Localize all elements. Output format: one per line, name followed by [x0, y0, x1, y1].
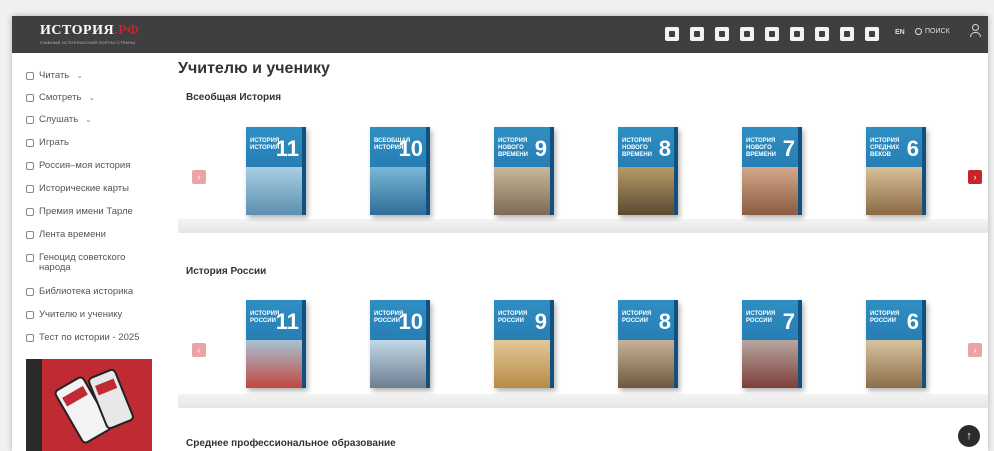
- book-carousel-russian-history: ‹ › ИСТОРИЯ РОССИИ 11 ИСТОРИЯ РОССИИ 10 ИС…: [178, 288, 988, 408]
- logo-subtitle: ГЛАВНЫЙ ИСТОРИЧЕСКИЙ ПОРТАЛ СТРАНЫ: [40, 40, 136, 45]
- video-icon[interactable]: [840, 27, 854, 41]
- chevron-down-icon: ⌄: [85, 115, 92, 124]
- map-icon: [26, 185, 34, 193]
- main-content: Учителю и ученику Всеобщая История ‹ › И…: [164, 53, 988, 451]
- school-icon: [26, 311, 34, 319]
- sidebar-item-historian-library[interactable]: Библиотека историка: [26, 287, 158, 297]
- social-links: [665, 27, 879, 41]
- pencil-icon: [26, 334, 34, 342]
- headphones-icon: [26, 116, 34, 124]
- book-icon: [26, 72, 34, 80]
- section-title: Всеобщая История: [186, 92, 282, 103]
- textbook-card[interactable]: ИСТОРИЯ ИСТОРИЯ 11: [246, 127, 306, 215]
- youtube-icon[interactable]: [740, 27, 754, 41]
- carousel-prev-button[interactable]: ‹: [192, 170, 206, 184]
- carousel-next-button[interactable]: ›: [968, 343, 982, 357]
- sidebar-item-teacher-student[interactable]: Учителю и ученику: [26, 310, 158, 320]
- textbook-card[interactable]: ИСТОРИЯ РОССИИ 7: [742, 300, 802, 388]
- textbook-card[interactable]: ИСТОРИЯ НОВОГО ВРЕМЕНИ 8: [618, 127, 678, 215]
- site-header: ИСТОРИЯ.РФ ГЛАВНЫЙ ИСТОРИЧЕСКИЙ ПОРТАЛ С…: [12, 16, 988, 53]
- book-carousel-world-history: ‹ › ИСТОРИЯ ИСТОРИЯ 11 ВСЕОБЩАЯ ИСТОРИЯ 10…: [178, 113, 988, 233]
- textbook-card[interactable]: ИСТОРИЯ РОССИИ 9: [494, 300, 554, 388]
- sidebar-item-timeline[interactable]: Лента времени: [26, 230, 158, 240]
- flag-icon: [26, 162, 34, 170]
- textbook-card[interactable]: ВСЕОБЩАЯ ИСТОРИЯ 10: [370, 127, 430, 215]
- textbook-card[interactable]: ИСТОРИЯ РОССИИ 10: [370, 300, 430, 388]
- textbook-card[interactable]: ИСТОРИЯ СРЕДНИХ ВЕКОВ 6: [866, 127, 926, 215]
- sidebar-item-tarle-prize[interactable]: Премия имени Тарле: [26, 207, 158, 217]
- chevron-down-icon: ⌄: [76, 71, 83, 80]
- music-icon[interactable]: [815, 27, 829, 41]
- browser-frame: ИСТОРИЯ.РФ ГЛАВНЫЙ ИСТОРИЧЕСКИЙ ПОРТАЛ С…: [12, 16, 988, 451]
- textbook-card[interactable]: ИСТОРИЯ РОССИИ 11: [246, 300, 306, 388]
- sidebar-item-russia-my-history[interactable]: Россия–моя история: [26, 161, 158, 171]
- scroll-to-top-button[interactable]: ↑: [958, 425, 980, 447]
- textbook-card[interactable]: ИСТОРИЯ НОВОГО ВРЕМЕНИ 9: [494, 127, 554, 215]
- sidebar: Читать ⌄ Смотреть ⌄ Слушать ⌄ Играть Россия…: [12, 53, 164, 451]
- textbook-card[interactable]: ИСТОРИЯ НОВОГО ВРЕМЕНИ 7: [742, 127, 802, 215]
- video-icon: [26, 94, 34, 102]
- site-logo[interactable]: ИСТОРИЯ.РФ ГЛАВНЫЙ ИСТОРИЧЕСКИЙ ПОРТАЛ С…: [40, 23, 139, 45]
- sidebar-item-read[interactable]: Читать ⌄: [26, 71, 158, 81]
- clock-icon: [26, 231, 34, 239]
- mail-icon[interactable]: [865, 27, 879, 41]
- carousel-next-button[interactable]: ›: [968, 170, 982, 184]
- user-icon[interactable]: [970, 24, 982, 42]
- shelf: [178, 394, 988, 408]
- page-title: Учителю и ученику: [178, 60, 330, 77]
- search-icon: [915, 28, 922, 35]
- carousel-prev-button[interactable]: ‹: [192, 343, 206, 357]
- language-switch[interactable]: EN: [895, 29, 905, 36]
- vk-icon[interactable]: [715, 27, 729, 41]
- library-icon: [26, 288, 34, 296]
- award-icon: [26, 208, 34, 216]
- dzen-icon[interactable]: [790, 27, 804, 41]
- search-label: ПОИСК: [925, 28, 950, 35]
- rutube-icon[interactable]: [765, 27, 779, 41]
- flame-icon: [26, 254, 34, 262]
- app-promo-banner[interactable]: [26, 359, 152, 451]
- sidebar-item-history-test[interactable]: Тест по истории - 2025: [26, 333, 158, 343]
- search-button[interactable]: ПОИСК: [915, 28, 950, 35]
- shelf: [178, 219, 988, 233]
- sidebar-item-historical-maps[interactable]: Исторические карты: [26, 184, 158, 194]
- telegram-icon[interactable]: [690, 27, 704, 41]
- chevron-down-icon: ⌄: [88, 93, 96, 102]
- textbook-card[interactable]: ИСТОРИЯ РОССИИ 6: [866, 300, 926, 388]
- section-title: История России: [186, 266, 267, 277]
- logo-title: ИСТОРИЯ.РФ: [40, 23, 140, 38]
- ok-icon[interactable]: [665, 27, 679, 41]
- sidebar-item-watch[interactable]: Смотреть ⌄: [26, 93, 158, 103]
- sidebar-item-listen[interactable]: Слушать ⌄: [26, 115, 158, 125]
- sidebar-item-genocide[interactable]: Геноцид советского народа: [26, 253, 158, 273]
- gamepad-icon: [26, 139, 34, 147]
- section-title: Среднее профессиональное образование: [186, 438, 396, 449]
- textbook-card[interactable]: ИСТОРИЯ РОССИИ 8: [618, 300, 678, 388]
- sidebar-item-play[interactable]: Играть: [26, 138, 158, 148]
